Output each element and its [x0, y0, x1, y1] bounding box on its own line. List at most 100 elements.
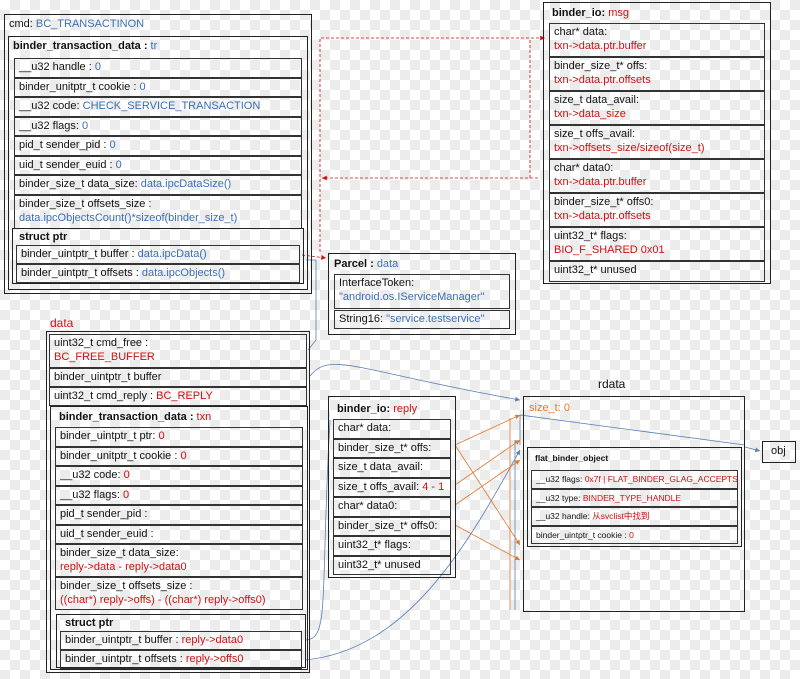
tr-row: __u32 handle : 0 [14, 58, 302, 78]
msg-value: BIO_F_SHARED 0x01 [554, 244, 665, 256]
flat-binder-object: flat_binder_object __u32 flags: 0x7f | F… [527, 447, 742, 547]
data-key: uint32_t cmd_free : [54, 337, 149, 349]
msg-value: txn->data.ptr.buffer [554, 176, 647, 188]
tr-row: binder_unitptr_t cookie : 0 [14, 77, 302, 97]
fbo-key: __u32 flags: [536, 474, 583, 484]
tr-key: uid_t sender_euid : [19, 158, 113, 171]
txn-value: ((char*) reply->offs) - ((char*) reply->… [60, 594, 266, 606]
txn-ptr-row: binder_uintptr_t offsets : reply->offs0 [60, 650, 302, 669]
txn-ptr-row: binder_uintptr_t buffer : reply->data0 [60, 631, 302, 650]
reply-row: binder_size_t* offs0: [333, 516, 451, 536]
parcel-interface-token: InterfaceToken: "android.os.IServiceManag… [334, 274, 510, 309]
msg-value: txn->data.ptr.offsets [554, 74, 651, 86]
msg-key: size_t offs_avail: [554, 128, 636, 140]
msg-value: txn->data_size [554, 108, 626, 120]
txn-title: binder_transaction_data : txn [59, 411, 212, 423]
fbo-value: 从svclist中找到 [592, 511, 650, 521]
msg-box: binder_io: msg char* data: txn->data.ptr.… [543, 2, 771, 284]
msg-row: binder_size_t* offs: txn->data.ptr.offset… [549, 57, 765, 91]
tr-row: binder_size_t offsets_size : data.ipcObje… [14, 194, 302, 229]
fbo-key: __u32 handle: [536, 511, 590, 521]
tr-row: uid_t sender_euid : 0 [14, 155, 302, 175]
fbo-row: __u32 handle: 从svclist中找到 [531, 507, 738, 526]
parcel-title: Parcel : data [334, 258, 399, 270]
txn-key: binder_uintptr_t ptr: [60, 430, 156, 442]
data-key: uint32_t cmd_reply : [54, 390, 154, 402]
txn-value: 0 [158, 430, 165, 442]
reply-key: size_t data_avail: [338, 461, 423, 473]
reply-row: uint32_t* flags: [333, 536, 451, 556]
obj-label: obj [771, 445, 786, 457]
tr-ptr-row: binder_uintptr_t offsets : data.ipcObjec… [16, 264, 300, 283]
cmd-value: BC_TRANSACTINON [35, 18, 145, 30]
tr-key: __u32 handle : [19, 61, 92, 73]
tr-ptr-title: struct ptr [19, 231, 68, 243]
txn-ptr-value: reply->offs0 [185, 653, 244, 665]
reply-row: size_t offs_avail: 4 - 1 [333, 477, 451, 497]
fbo-row: __u32 type: BINDER_TYPE_HANDLE [531, 488, 738, 507]
tr-ptr-struct: struct ptr binder_uintptr_t buffer : dat… [12, 228, 304, 284]
obj-box: obj [762, 441, 796, 463]
cmd-header: cmd: BC_TRANSACTINON [9, 17, 144, 31]
data-value: BC_FREE_BUFFER [54, 351, 155, 363]
txn-row: pid_t sender_pid : [55, 505, 303, 525]
reply-key: binder_size_t* offs: [338, 441, 432, 454]
fbo-title: flat_binder_object [535, 453, 609, 463]
tr-ptr-value: data.ipcData() [137, 248, 207, 260]
tr-value: 0 [82, 119, 89, 132]
msg-row: binder_size_t* offs0: txn->data.ptr.offse… [549, 193, 765, 227]
fbo-value: 0 [629, 529, 634, 540]
tr-key: binder_unitptr_t cookie : [19, 80, 137, 93]
txn-value: 0 [123, 488, 130, 501]
msg-value: txn->data.ptr.buffer [554, 40, 647, 52]
txn-row: binder_unitptr_t cookie : 0 [55, 446, 303, 466]
msg-row: size_t data_avail: txn->data_size [549, 91, 765, 125]
msg-key: char* data: [554, 26, 608, 38]
tr-row: __u32 code: CHECK_SERVICE_TRANSACTION [14, 97, 302, 117]
data-box: uint32_t cmd_free : BC_FREE_BUFFER binder_… [46, 331, 310, 673]
msg-value: txn->data.ptr.offsets [554, 210, 651, 222]
tr-key: __u32 code: [19, 100, 80, 112]
txn-ptr-struct: struct ptr binder_uintptr_t buffer : rep… [56, 614, 306, 669]
reply-box: binder_io: reply char* data: binder_size_… [328, 396, 456, 578]
tr-value: 0 [115, 158, 122, 171]
tr-ptr-key: binder_uintptr_t buffer : [21, 248, 135, 260]
msg-key: uint32_t* flags: [554, 230, 627, 242]
txn-row: binder_size_t offsets_size : ((char*) rep… [55, 577, 303, 610]
tr-key: pid_t sender_pid : [19, 139, 107, 151]
reply-key: char* data0: [338, 500, 398, 512]
txn-row: binder_uintptr_t ptr: 0 [55, 427, 303, 447]
txn-value: 0 [123, 469, 130, 481]
tr-row: __u32 flags: 0 [14, 116, 302, 136]
reply-key: uint32_t* flags: [338, 539, 411, 551]
fbo-row: binder_uintptr_t cookie : 0 [531, 525, 738, 544]
reply-value: 4 - 1 [422, 480, 445, 493]
cmd-label: cmd: [9, 18, 33, 30]
tr-value: 0 [94, 61, 101, 73]
tr-title: binder_transaction_data : tr [13, 40, 158, 52]
msg-key: binder_size_t* offs0: [554, 196, 654, 208]
msg-row: char* data: txn->data.ptr.buffer [549, 23, 765, 57]
arrow-buffer-to-msg-data [319, 35, 545, 252]
txn-ptr-key: binder_uintptr_t buffer : [65, 634, 179, 646]
tr-value: 0 [109, 139, 116, 151]
tr-key: binder_size_t data_size: [19, 178, 138, 190]
reply-row: char* data0: [333, 497, 451, 517]
reply-row: size_t data_avail: [333, 458, 451, 478]
txn-key: uid_t sender_euid : [60, 527, 154, 540]
reply-title: binder_io: reply [337, 403, 418, 415]
reply-key: char* data: [338, 422, 392, 434]
msg-row: uint32_t* flags: BIO_F_SHARED 0x01 [549, 227, 765, 261]
txn-row: __u32 code: 0 [55, 466, 303, 486]
arrow-fbo-to-obj [744, 446, 761, 453]
txn-value: reply->data - reply->data0 [60, 561, 187, 573]
reply-row: binder_size_t* offs: [333, 438, 451, 458]
txn-ptr-value: reply->data0 [181, 634, 244, 646]
txn-row: __u32 flags: 0 [55, 485, 303, 505]
data-row: binder_uintptr_t buffer [49, 368, 307, 387]
txn-key: __u32 flags: [60, 488, 120, 501]
msg-row: uint32_t* unused [549, 261, 765, 282]
txn-struct: binder_transaction_data : txn binder_uin… [50, 406, 308, 670]
tr-key: binder_size_t offsets_size : [19, 197, 152, 210]
cmd-box: cmd: BC_TRANSACTINON binder_transaction_… [4, 14, 312, 294]
